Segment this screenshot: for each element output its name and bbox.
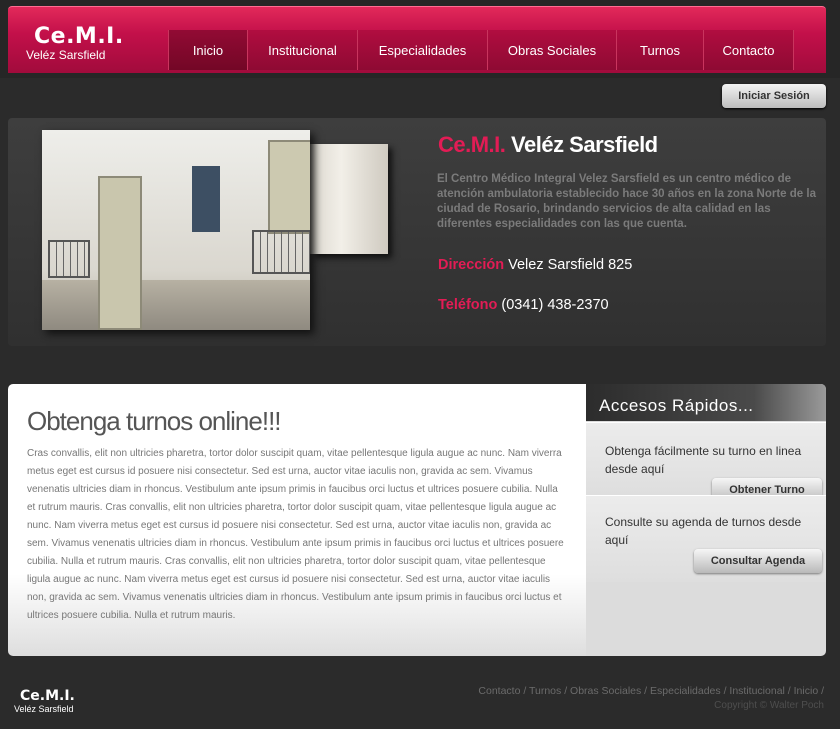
nav-item-institucional[interactable]: Institucional (247, 30, 357, 70)
footer-logo[interactable]: Ce.M.I. Veléz Sarsfield (14, 688, 75, 715)
quick-access-box-agenda: Consulte su agenda de turnos desde aquí … (586, 495, 826, 582)
login-button[interactable]: Iniciar Sesión (722, 84, 826, 108)
site-logo[interactable]: Ce.M.I. Veléz Sarsfield (26, 24, 124, 63)
feature-panel: Ce.M.I. Veléz Sarsfield El Centro Médico… (8, 118, 826, 346)
feature-title-name: Veléz Sarsfield (511, 132, 658, 157)
main-nav: Inicio Institucional Especialidades Obra… (168, 30, 794, 70)
address-label: Dirección (438, 257, 505, 273)
feature-title: Ce.M.I. Veléz Sarsfield (438, 132, 658, 158)
content-body: Cras convallis, elit non ultricies phare… (27, 448, 564, 621)
nav-item-inicio[interactable]: Inicio (168, 30, 247, 70)
sidebar-title: Accesos Rápidos... (586, 384, 826, 421)
photo-sign (192, 166, 220, 232)
footer-link-institucional[interactable]: Institucional (729, 685, 784, 697)
nav-item-especialidades[interactable]: Especialidades (357, 30, 487, 70)
address-value: Velez Sarsfield 825 (508, 257, 633, 273)
logo-title: Ce.M.I. (34, 24, 124, 49)
quick-access-box-turno: Obtenga fácilmente su turno en linea des… (586, 422, 826, 502)
nav-item-contacto[interactable]: Contacto (703, 30, 794, 70)
feature-description: El Centro Médico Integral Velez Sarsfiel… (437, 173, 816, 230)
footer-link-contacto[interactable]: Contacto (478, 685, 520, 697)
building-photo-secondary (310, 144, 388, 254)
footer-link-especialidades[interactable]: Especialidades (650, 685, 721, 697)
feature-title-brand: Ce.M.I. (438, 132, 506, 157)
photo-railing-left (48, 240, 90, 278)
photo-base (42, 280, 310, 330)
box-agenda-text: Consulte su agenda de turnos desde aquí (605, 515, 802, 547)
footer-links: Contacto / Turnos / Obras Sociales / Esp… (478, 685, 824, 697)
box-turno-text: Obtenga fácilmente su turno en linea des… (605, 444, 802, 476)
nav-item-turnos[interactable]: Turnos (616, 30, 703, 70)
footer-link-inicio[interactable]: Inicio (794, 685, 819, 697)
consultar-agenda-button[interactable]: Consultar Agenda (694, 549, 822, 573)
photo-railing (252, 230, 310, 274)
address-line: Dirección Velez Sarsfield 825 (438, 257, 632, 273)
phone-value: (0341) 438-2370 (501, 297, 609, 313)
footer-logo-title: Ce.M.I. (20, 688, 75, 704)
site-header: Ce.M.I. Veléz Sarsfield Inicio Instituci… (0, 0, 840, 78)
logo-subtitle: Veléz Sarsfield (26, 48, 106, 62)
copyright-text: Copyright © Walter Poch (714, 700, 824, 711)
quick-access-sidebar: Accesos Rápidos... Obtenga fácilmente su… (586, 384, 826, 656)
content-title: Obtenga turnos online!!! (27, 406, 282, 436)
footer-logo-subtitle: Veléz Sarsfield (14, 704, 74, 714)
photo-window (268, 140, 310, 234)
main-content: Obtenga turnos online!!! Cras convallis,… (8, 384, 586, 656)
building-photo (42, 130, 310, 330)
photo-door (98, 176, 142, 330)
footer-link-obras-sociales[interactable]: Obras Sociales (570, 685, 641, 697)
phone-line: Teléfono (0341) 438-2370 (438, 297, 609, 313)
phone-label: Teléfono (438, 297, 498, 313)
footer-link-turnos[interactable]: Turnos (529, 685, 561, 697)
nav-item-obras-sociales[interactable]: Obras Sociales (487, 30, 616, 70)
